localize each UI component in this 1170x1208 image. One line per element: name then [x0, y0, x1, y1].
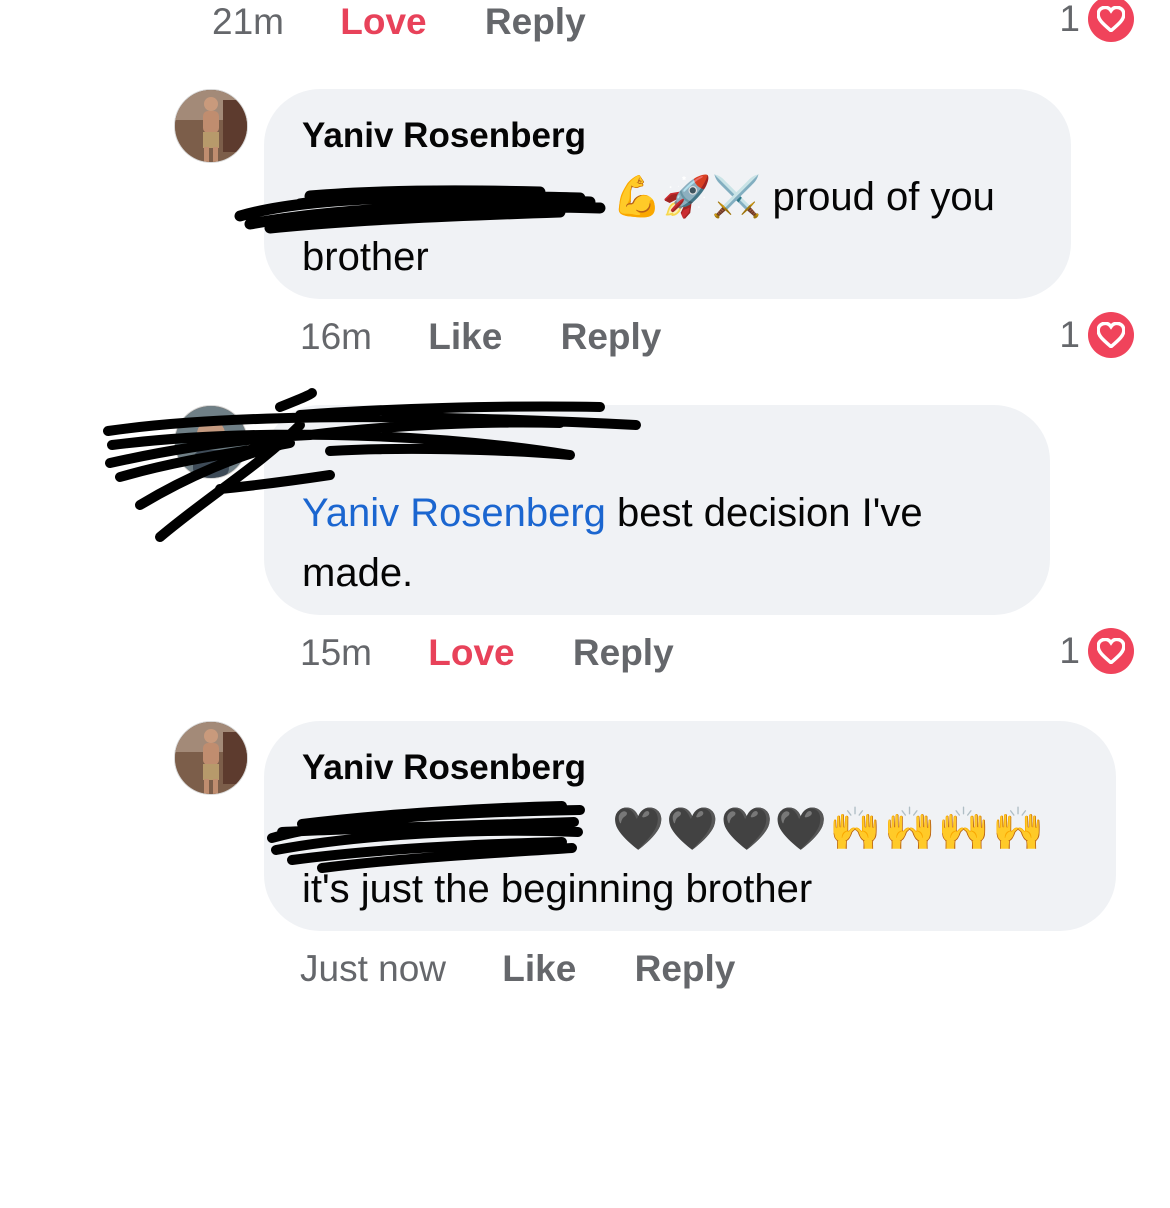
reply-button[interactable]: Reply	[635, 948, 736, 989]
comment-meta-3: 15m Love Reply	[300, 631, 674, 675]
comment-bubble: Yaniv Rosenberg best decision I've made.	[264, 405, 1050, 615]
comment-time: 16m	[300, 316, 372, 357]
love-button[interactable]: Love	[428, 632, 514, 673]
reply-button[interactable]: Reply	[573, 632, 674, 673]
mention-link[interactable]: Yaniv Rosenberg	[302, 491, 606, 535]
like-button[interactable]: Like	[502, 948, 576, 989]
avatar[interactable]	[174, 721, 248, 795]
like-button[interactable]: Like	[428, 316, 502, 357]
comment-text-line2: made.	[302, 551, 414, 595]
reaction-count-number: 1	[1059, 0, 1080, 39]
comment-author[interactable]: Yaniv Rosenberg	[302, 113, 1033, 159]
reply-button[interactable]: Reply	[561, 316, 662, 357]
comment-text: 💪🚀⚔️ proud of you	[302, 167, 1033, 227]
comment-text-line1: best decision I've	[605, 491, 923, 535]
comment-bubble: Yaniv Rosenberg 💪🚀⚔️ proud of you brothe…	[264, 89, 1071, 299]
comment-author[interactable]: Yaniv Rosenberg	[302, 745, 1078, 791]
heart-icon	[1088, 628, 1134, 674]
avatar[interactable]	[174, 89, 248, 163]
comment-text-line1: 💪🚀⚔️ proud of you	[612, 175, 995, 219]
comment-emojis: 🖤🖤🖤🖤🙌🙌🙌🙌	[612, 804, 1047, 853]
love-button[interactable]: Love	[340, 1, 426, 42]
comment-time: 21m	[212, 1, 284, 42]
comment-bubble: Yaniv Rosenberg 🖤🖤🖤🖤🙌🙌🙌🙌 it's just the b…	[264, 721, 1116, 931]
emoji-row: 🖤🖤🖤🖤🙌🙌🙌🙌	[302, 799, 1078, 859]
reaction-count[interactable]: 1	[1059, 0, 1134, 42]
comment-text-line2: brother	[302, 235, 429, 279]
heart-icon	[1088, 312, 1134, 358]
comment-text: Yaniv Rosenberg best decision I've	[302, 483, 1012, 543]
comment-meta-2: 16m Like Reply	[300, 315, 661, 359]
reaction-count-number: 1	[1059, 314, 1080, 355]
reply-button[interactable]: Reply	[485, 1, 586, 42]
avatar[interactable]	[174, 405, 248, 479]
comment-meta-1: 21m Love Reply	[212, 0, 586, 44]
reaction-count-number: 1	[1059, 630, 1080, 671]
comment-author-redacted[interactable]	[302, 429, 1012, 475]
comment-meta-4: Just now Like Reply	[300, 947, 735, 991]
comment-time: 15m	[300, 632, 372, 673]
reaction-count[interactable]: 1	[1059, 312, 1134, 358]
heart-icon	[1088, 0, 1134, 42]
reaction-count[interactable]: 1	[1059, 628, 1134, 674]
comment-time: Just now	[300, 948, 447, 989]
comment-text-line2: it's just the beginning brother	[302, 867, 813, 911]
